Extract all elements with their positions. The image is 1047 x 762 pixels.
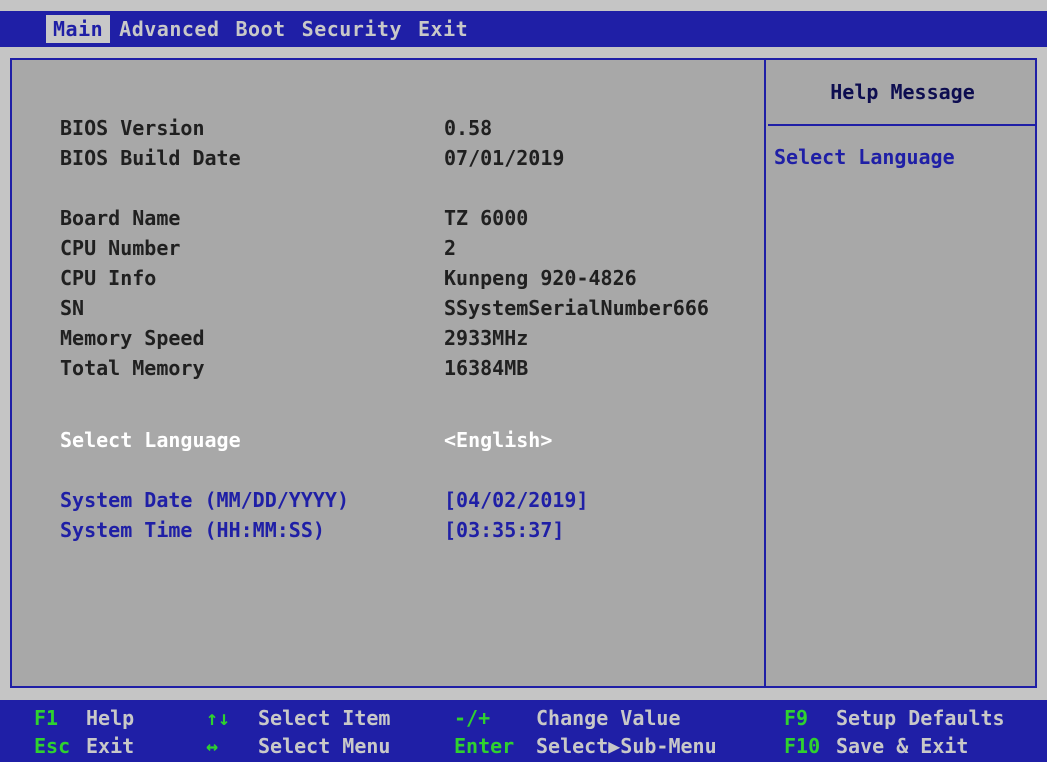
f1-help-label: Help: [86, 706, 135, 730]
bios-version-value: 0.58: [444, 116, 493, 140]
enter-key: Enter: [454, 734, 515, 758]
setup-defaults-label: Setup Defaults: [836, 706, 1005, 730]
tab-main[interactable]: Main: [46, 15, 111, 43]
tab-exit[interactable]: Exit: [411, 15, 475, 43]
bios-build-date-label: BIOS Build Date: [60, 146, 241, 170]
panel-divider: [764, 60, 766, 686]
tab-boot[interactable]: Boot: [229, 15, 293, 43]
esc-exit-label: Exit: [86, 734, 135, 758]
sn-value: SSystemSerialNumber666: [444, 296, 709, 320]
select-language-label[interactable]: Select Language: [60, 428, 241, 452]
leftright-arrows-icon: ↔: [206, 734, 219, 758]
select-item-label: Select Item: [258, 706, 391, 730]
f1-key: F1: [34, 706, 59, 730]
help-title: Help Message: [830, 80, 975, 104]
sn-label: SN: [60, 296, 85, 320]
system-date-label[interactable]: System Date (MM/DD/YYYY): [60, 488, 349, 512]
cpu-info-label: CPU Info: [60, 266, 157, 290]
updown-arrows-icon: ↑↓: [206, 706, 231, 730]
memory-speed-value: 2933MHz: [444, 326, 529, 350]
board-name-value: TZ 6000: [444, 206, 529, 230]
tab-security[interactable]: Security: [295, 15, 409, 43]
menu-bar: Main Advanced Boot Security Exit: [0, 11, 1047, 47]
bios-build-date-value: 07/01/2019: [444, 146, 565, 170]
esc-key: Esc: [34, 734, 71, 758]
cpu-number-value: 2: [444, 236, 457, 260]
memory-speed-label: Memory Speed: [60, 326, 205, 350]
menu-tabs: Main Advanced Boot Security Exit: [46, 11, 477, 47]
save-exit-label: Save & Exit: [836, 734, 969, 758]
system-date-value[interactable]: [04/02/2019]: [444, 488, 589, 512]
change-value-label: Change Value: [536, 706, 681, 730]
main-panel: BIOS Version 0.58 BIOS Build Date 07/01/…: [10, 58, 1037, 688]
minus-plus-key: -/+: [454, 706, 491, 730]
total-memory-label: Total Memory: [60, 356, 205, 380]
f9-key: F9: [784, 706, 809, 730]
system-time-value[interactable]: [03:35:37]: [444, 518, 564, 542]
board-name-label: Board Name: [60, 206, 181, 230]
help-divider: [768, 124, 1037, 126]
tab-advanced[interactable]: Advanced: [112, 15, 226, 43]
system-time-label[interactable]: System Time (HH:MM:SS): [60, 518, 325, 542]
bios-version-label: BIOS Version: [60, 116, 205, 140]
f10-key: F10: [784, 734, 821, 758]
select-submenu-label: Select▶Sub-Menu: [536, 734, 717, 758]
select-menu-label: Select Menu: [258, 734, 391, 758]
cpu-info-value: Kunpeng 920-4826: [444, 266, 637, 290]
select-language-value[interactable]: <English>: [444, 428, 552, 452]
total-memory-value: 16384MB: [444, 356, 529, 380]
help-text: Select Language: [774, 145, 955, 169]
cpu-number-label: CPU Number: [60, 236, 181, 260]
key-legend-bar: F1 Help Esc Exit ↑↓ Select Item ↔ Select…: [0, 700, 1047, 762]
